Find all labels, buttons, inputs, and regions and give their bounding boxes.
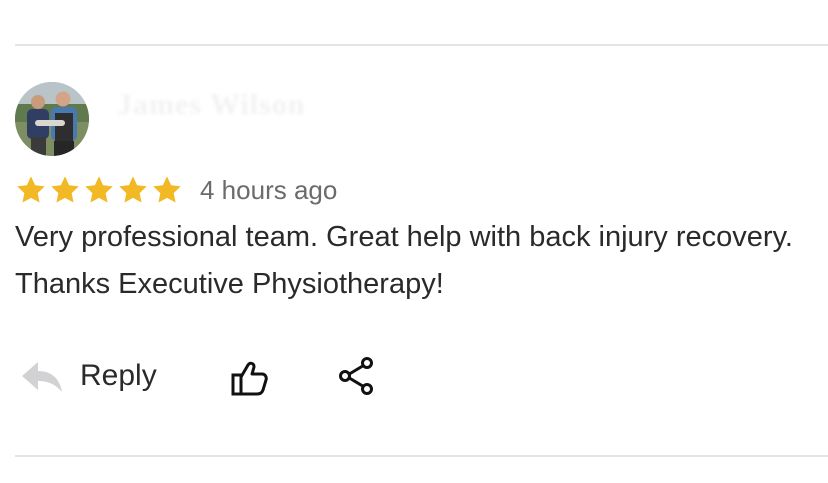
reply-arrow-icon [20,358,64,394]
bottom-divider [15,455,828,457]
rating-row: 4 hours ago [15,170,337,210]
like-button[interactable] [229,359,269,399]
star-rating [15,174,183,206]
star-icon [17,176,45,203]
reply-button[interactable]: Reply [20,358,157,394]
star-icon [51,176,79,203]
thumbs-up-icon [231,361,268,396]
avatar[interactable] [15,82,89,156]
review-text: Very professional team. Great help with … [15,221,793,300]
review-actions: Reply [20,352,440,412]
star-icon [153,176,181,203]
reply-label: Reply [80,359,157,392]
reviewer-name[interactable]: James Wilson [117,88,305,122]
share-icon [339,357,373,395]
avatar-photo [15,82,89,156]
top-divider [15,44,828,46]
share-button[interactable] [338,356,376,396]
review-timestamp: 4 hours ago [200,174,338,205]
star-icon [85,176,113,203]
star-icon [119,176,147,203]
